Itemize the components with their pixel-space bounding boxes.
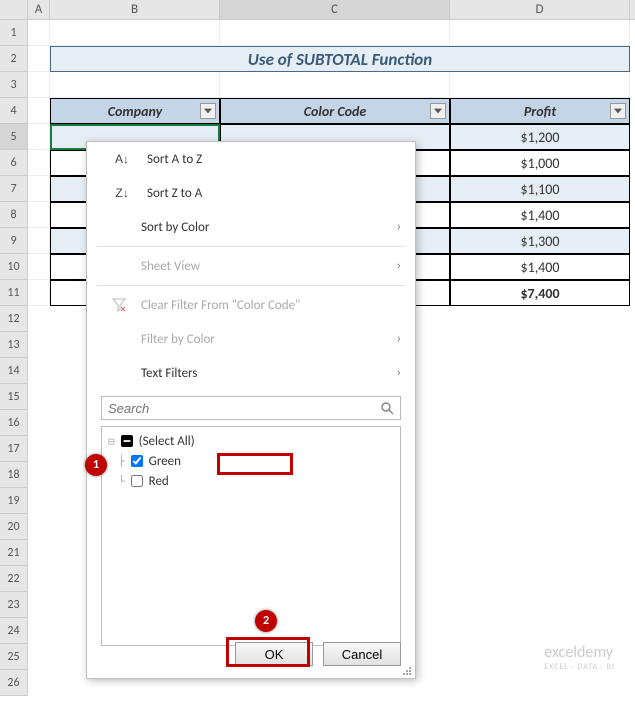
row-headers: 1 2 3 4 5 6 7 8 9 10 11 12 13 14 15 16 1… bbox=[0, 20, 28, 696]
col-header-A[interactable]: A bbox=[28, 0, 50, 19]
row-header[interactable]: 22 bbox=[0, 566, 28, 592]
cancel-button[interactable]: Cancel bbox=[323, 642, 401, 666]
row-header[interactable]: 23 bbox=[0, 592, 28, 618]
row-header[interactable]: 15 bbox=[0, 384, 28, 410]
checkbox-select-all[interactable] bbox=[121, 435, 133, 447]
resize-grip-icon[interactable] bbox=[402, 665, 412, 675]
chevron-down-icon bbox=[614, 108, 622, 114]
row-header[interactable]: 7 bbox=[0, 176, 28, 202]
search-box[interactable] bbox=[101, 396, 401, 420]
row-header[interactable]: 3 bbox=[0, 72, 28, 98]
filter-dropdown: A ↓ Sort A to Z Z ↓ Sort Z to A Sort by … bbox=[86, 141, 416, 679]
green-label: Green bbox=[149, 454, 181, 469]
chevron-down-icon bbox=[434, 108, 442, 114]
row-header[interactable]: 13 bbox=[0, 332, 28, 358]
cell-d7[interactable]: $1,100 bbox=[450, 176, 630, 202]
cell-d8[interactable]: $1,400 bbox=[450, 202, 630, 228]
row-header[interactable]: 6 bbox=[0, 150, 28, 176]
row-header[interactable]: 2 bbox=[0, 46, 28, 72]
check-green[interactable]: ├ Green bbox=[108, 451, 394, 471]
select-all-label: (Select All) bbox=[139, 434, 195, 449]
filter-button-color-code[interactable] bbox=[430, 103, 446, 119]
row-header[interactable]: 17 bbox=[0, 436, 28, 462]
col-header-B[interactable]: B bbox=[50, 0, 220, 19]
sort-by-color[interactable]: Sort by Color › bbox=[87, 210, 415, 244]
callout-2: 2 bbox=[255, 610, 277, 632]
row-header[interactable]: 21 bbox=[0, 540, 28, 566]
chevron-right-icon: › bbox=[397, 259, 401, 273]
header-label: Profit bbox=[524, 103, 556, 120]
chevron-down-icon bbox=[204, 108, 212, 114]
sheet-view: Sheet View › bbox=[87, 249, 415, 283]
sort-by-color-label: Sort by Color bbox=[141, 220, 209, 235]
row-header[interactable]: 8 bbox=[0, 202, 28, 228]
callout-1: 1 bbox=[85, 454, 107, 476]
clear-filter: Clear Filter From "Color Code" bbox=[87, 288, 415, 322]
checkbox-red[interactable] bbox=[131, 475, 143, 487]
search-input[interactable] bbox=[108, 401, 380, 416]
header-label: Color Code bbox=[304, 103, 366, 120]
row-header[interactable]: 12 bbox=[0, 306, 28, 332]
row-header[interactable]: 14 bbox=[0, 358, 28, 384]
row-header[interactable]: 26 bbox=[0, 670, 28, 696]
ok-button[interactable]: OK bbox=[235, 642, 313, 666]
red-label: Red bbox=[149, 474, 169, 489]
sort-za-label: Sort Z to A bbox=[147, 186, 202, 201]
cell-d9[interactable]: $1,300 bbox=[450, 228, 630, 254]
sort-az[interactable]: A ↓ Sort A to Z bbox=[87, 142, 415, 176]
sort-za[interactable]: Z ↓ Sort Z to A bbox=[87, 176, 415, 210]
col-header-C[interactable]: C bbox=[220, 0, 450, 19]
watermark-main: exceldemy bbox=[544, 643, 615, 662]
row-header[interactable]: 5 bbox=[0, 124, 28, 150]
row-header[interactable]: 25 bbox=[0, 644, 28, 670]
col-header-D[interactable]: D bbox=[450, 0, 630, 19]
column-headers: A B C D bbox=[0, 0, 635, 20]
row-header[interactable]: 24 bbox=[0, 618, 28, 644]
row-header[interactable]: 9 bbox=[0, 228, 28, 254]
watermark-sub: EXCEL · DATA · BI bbox=[544, 662, 615, 672]
watermark: exceldemy EXCEL · DATA · BI bbox=[544, 643, 615, 672]
checkbox-green[interactable] bbox=[131, 455, 143, 467]
row-header[interactable]: 4 bbox=[0, 98, 28, 124]
text-filters[interactable]: Text Filters › bbox=[87, 356, 415, 390]
row-header[interactable]: 16 bbox=[0, 410, 28, 436]
cell-d11[interactable]: $7,400 bbox=[450, 280, 630, 306]
text-filters-label: Text Filters bbox=[141, 366, 197, 381]
clear-filter-label: Clear Filter From "Color Code" bbox=[141, 298, 300, 313]
header-profit[interactable]: Profit bbox=[450, 98, 630, 124]
cell-d10[interactable]: $1,400 bbox=[450, 254, 630, 280]
clear-filter-icon bbox=[109, 298, 129, 312]
sort-az-label: Sort A to Z bbox=[147, 152, 202, 167]
header-company[interactable]: Company bbox=[50, 98, 220, 124]
filter-button-company[interactable] bbox=[200, 103, 216, 119]
chevron-right-icon: › bbox=[397, 366, 401, 380]
check-red[interactable]: └ Red bbox=[108, 471, 394, 491]
row-header[interactable]: 18 bbox=[0, 462, 28, 488]
filter-by-color: Filter by Color › bbox=[87, 322, 415, 356]
filter-by-color-label: Filter by Color bbox=[141, 332, 215, 347]
chevron-right-icon: › bbox=[397, 332, 401, 346]
header-label: Company bbox=[108, 103, 162, 120]
row-header[interactable]: 1 bbox=[0, 20, 28, 46]
sheet-view-label: Sheet View bbox=[141, 259, 200, 274]
select-all-corner[interactable] bbox=[0, 0, 28, 19]
header-color-code[interactable]: Color Code bbox=[220, 98, 450, 124]
row-header[interactable]: 20 bbox=[0, 514, 28, 540]
cell-d6[interactable]: $1,000 bbox=[450, 150, 630, 176]
row-header[interactable]: 19 bbox=[0, 488, 28, 514]
row-header[interactable]: 11 bbox=[0, 280, 28, 306]
cell-d5[interactable]: $1,200 bbox=[450, 124, 630, 150]
filter-values-list[interactable]: ⊟ (Select All) ├ Green └ Red bbox=[101, 426, 401, 646]
chevron-right-icon: › bbox=[397, 220, 401, 234]
filter-button-profit[interactable] bbox=[610, 103, 626, 119]
title-cell[interactable]: Use of SUBTOTAL Function bbox=[50, 46, 630, 72]
check-select-all[interactable]: ⊟ (Select All) bbox=[108, 431, 394, 451]
row-header[interactable]: 10 bbox=[0, 254, 28, 280]
search-icon bbox=[380, 401, 394, 415]
